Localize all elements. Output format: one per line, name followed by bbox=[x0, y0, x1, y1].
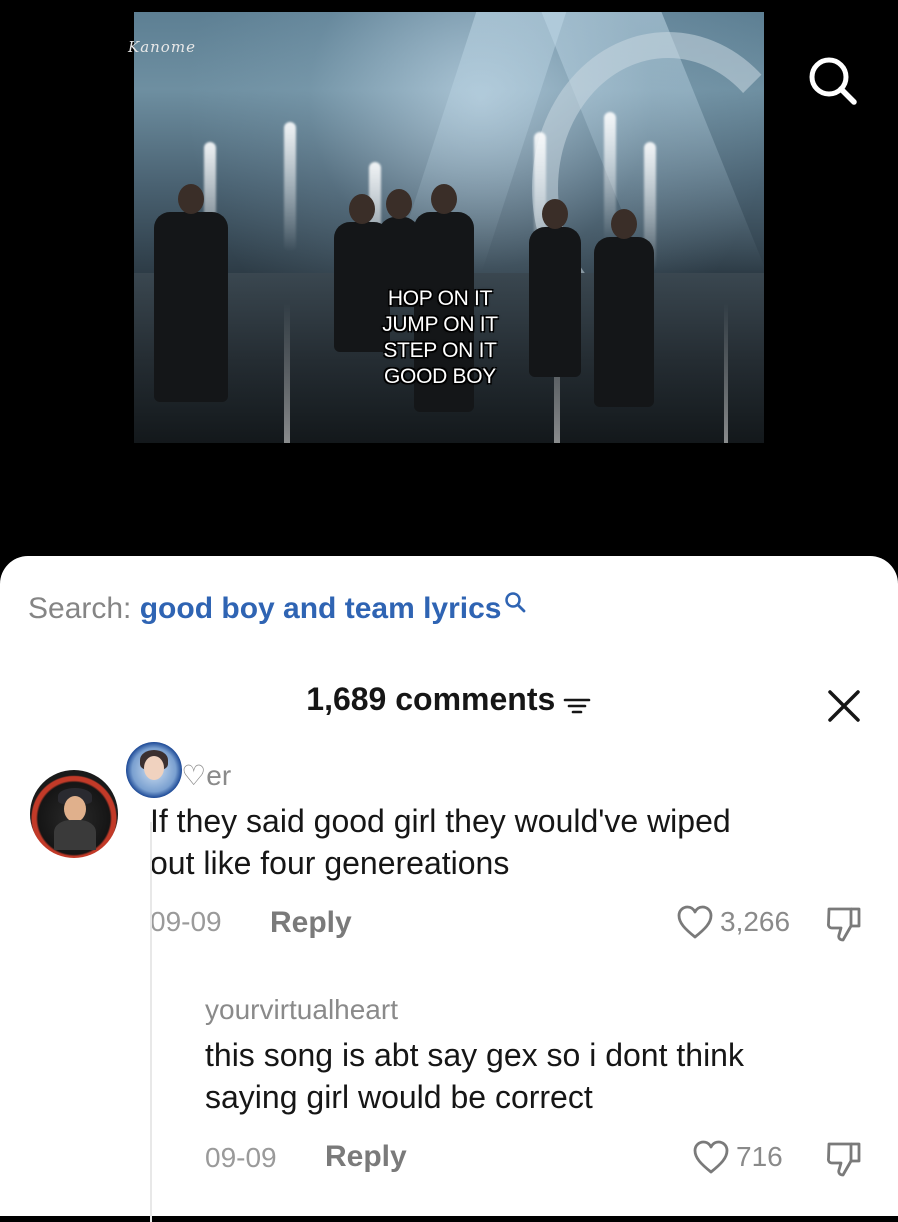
dislike-icon bbox=[827, 1142, 861, 1177]
reply-thread-line bbox=[150, 822, 152, 1222]
lyric-line: HOP ON IT bbox=[387, 287, 493, 310]
video-player[interactable]: Kanome HOP ON IT JUMP ON IT STEP ON IT G… bbox=[0, 0, 898, 560]
search-icon bbox=[809, 57, 857, 105]
comment-date: 09-09 bbox=[205, 1142, 277, 1173]
dislike-icon bbox=[827, 907, 861, 942]
reply-button[interactable]: Reply bbox=[325, 1140, 407, 1174]
search-button[interactable] bbox=[806, 54, 860, 108]
floor-light bbox=[724, 303, 728, 443]
dislike-button[interactable] bbox=[824, 905, 864, 943]
like-button[interactable]: 3,266 bbox=[676, 904, 790, 940]
lyric-line: JUMP ON IT bbox=[382, 313, 498, 336]
like-count: 3,266 bbox=[720, 906, 791, 937]
heart-icon bbox=[677, 905, 713, 939]
avatar-face bbox=[64, 796, 86, 822]
avatar-body bbox=[54, 820, 96, 850]
search-small-icon bbox=[505, 592, 526, 613]
comments-header: 1,689 comments bbox=[0, 681, 898, 718]
close-icon bbox=[828, 690, 860, 722]
close-button[interactable] bbox=[826, 688, 862, 724]
comment-date: 09-09 bbox=[150, 906, 222, 937]
dancer bbox=[594, 209, 654, 407]
comment-count: 1,689 comments bbox=[306, 681, 556, 717]
like-count: 716 bbox=[736, 1141, 783, 1172]
lyrics-caption: HOP ON IT JUMP ON IT STEP ON IT GOOD BOY bbox=[340, 286, 540, 390]
search-query[interactable]: good boy and team lyrics bbox=[140, 592, 502, 625]
avatar[interactable] bbox=[126, 742, 182, 798]
floor-light bbox=[284, 303, 290, 443]
reply-button[interactable]: Reply bbox=[270, 906, 352, 940]
comment-text: If they said good girl they would've wip… bbox=[150, 800, 731, 884]
heart-icon bbox=[693, 1140, 729, 1174]
firework-spark bbox=[284, 122, 296, 252]
dislike-button[interactable] bbox=[824, 1140, 864, 1178]
search-prefix: Search: bbox=[28, 592, 132, 625]
like-button[interactable]: 716 bbox=[692, 1139, 783, 1175]
comment-text-line: this song is abt say gex so i dont think bbox=[205, 1037, 744, 1073]
broadcast-logo: Kanome bbox=[128, 38, 196, 56]
related-search-link[interactable]: Search: good boy and team lyrics bbox=[28, 592, 527, 626]
avatar[interactable] bbox=[30, 770, 118, 858]
lyric-line: STEP ON IT bbox=[383, 339, 497, 362]
comment-text-line: saying girl would be correct bbox=[205, 1079, 593, 1115]
comment-text: this song is abt say gex so i dont think… bbox=[205, 1034, 744, 1118]
lyric-line: GOOD BOY bbox=[384, 365, 496, 388]
comment-text-line: out like four genereations bbox=[150, 845, 510, 881]
dancer bbox=[154, 184, 228, 402]
sort-icon[interactable] bbox=[562, 695, 592, 717]
avatar-face bbox=[144, 756, 164, 780]
comment-text-line: If they said good girl they would've wip… bbox=[150, 803, 731, 839]
comment-username[interactable]: yourvirtualheart bbox=[205, 994, 398, 1026]
